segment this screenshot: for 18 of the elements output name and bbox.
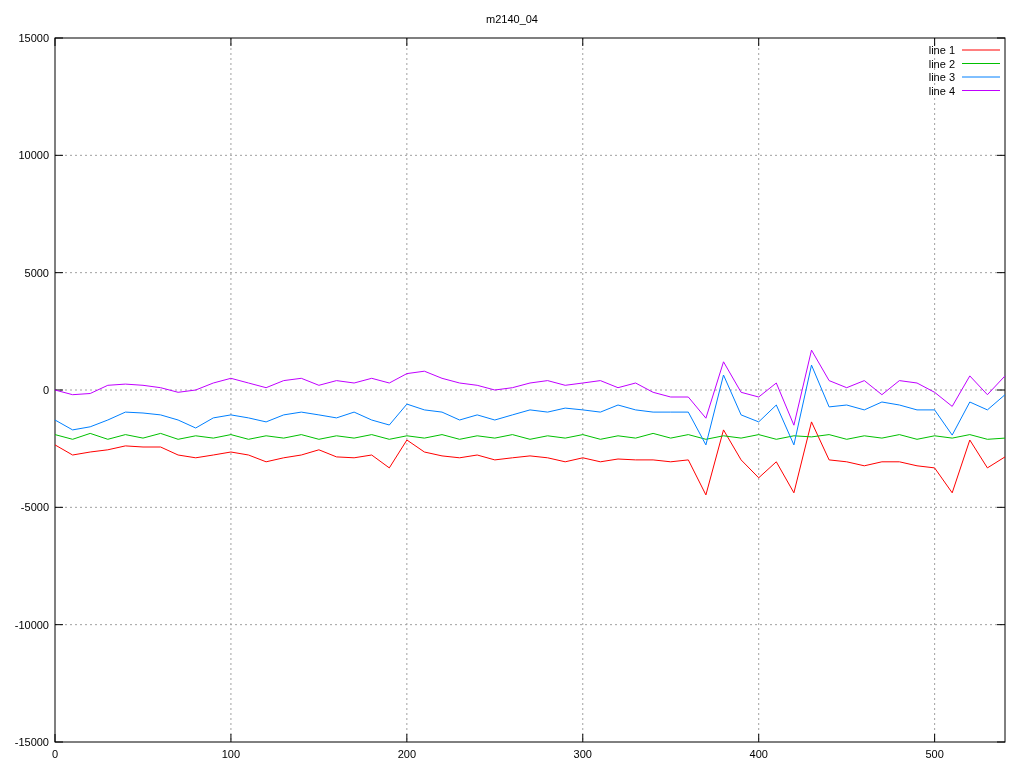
legend-label: line 4 xyxy=(928,84,955,97)
legend-label: line 3 xyxy=(928,71,955,83)
legend-label: line 2 xyxy=(928,57,955,70)
x-axis-label: 500 xyxy=(925,748,944,760)
x-axis-label: 200 xyxy=(397,748,417,760)
x-axis-label: 400 xyxy=(749,748,768,760)
y-axis-label: 10000 xyxy=(18,149,49,162)
y-axis-label: 15000 xyxy=(18,32,49,44)
x-axis-label: 100 xyxy=(221,748,241,760)
y-axis-label: 5000 xyxy=(24,266,49,279)
y-axis-label: 0 xyxy=(42,384,49,396)
y-axis-label: -10000 xyxy=(14,618,49,631)
x-axis-label: 0 xyxy=(51,748,59,760)
x-axis-label: 300 xyxy=(573,748,592,760)
legend-label: line 1 xyxy=(928,44,955,56)
y-axis-label: -5000 xyxy=(20,501,49,514)
chart-title: m2140_04 xyxy=(486,13,538,25)
y-axis-label: -15000 xyxy=(14,736,49,748)
